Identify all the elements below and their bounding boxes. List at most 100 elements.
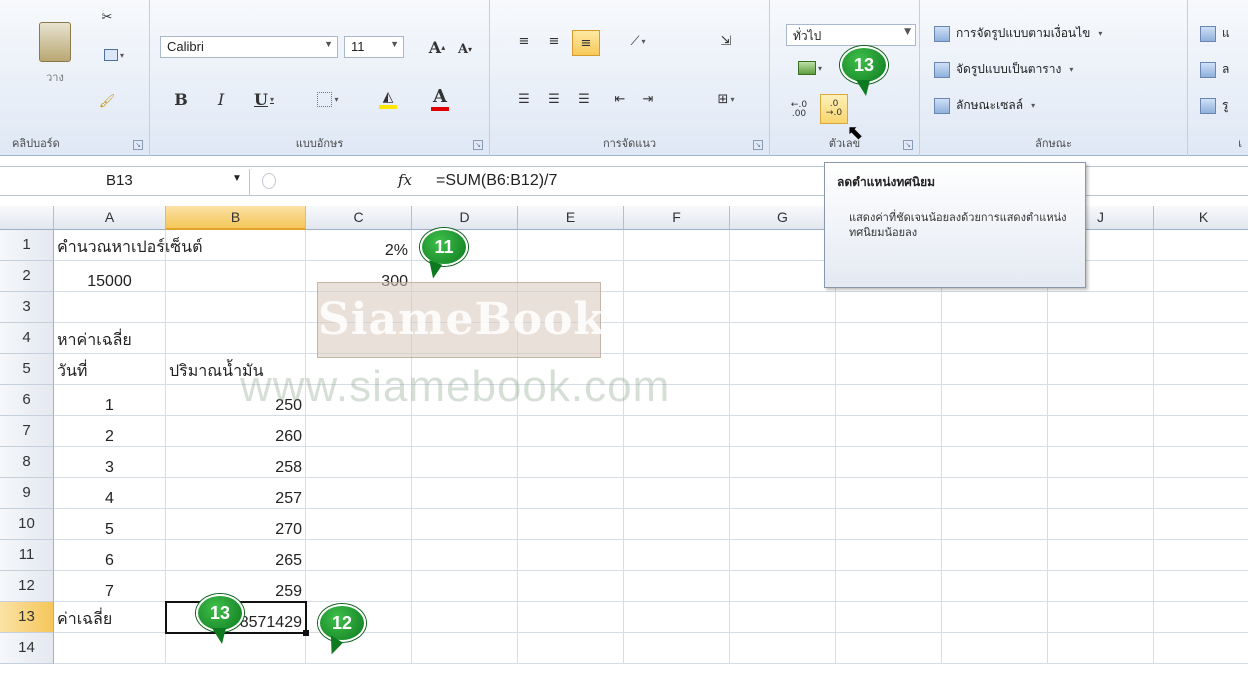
cell-a3[interactable] — [54, 292, 166, 323]
cell-i8[interactable] — [942, 447, 1048, 478]
cell-j11[interactable] — [1048, 540, 1154, 571]
cell-j5[interactable] — [1048, 354, 1154, 385]
align-middle-button[interactable]: ≡ — [542, 30, 566, 52]
cell-i12[interactable] — [942, 571, 1048, 602]
cell-k9[interactable] — [1154, 478, 1248, 509]
cell-g6[interactable] — [730, 385, 836, 416]
cell-i5[interactable] — [942, 354, 1048, 385]
align-center-button[interactable]: ☰ — [542, 88, 566, 110]
cell-a11[interactable]: 6 — [54, 540, 166, 571]
column-header-c[interactable]: C — [306, 206, 412, 230]
cell-j14[interactable] — [1048, 633, 1154, 664]
delete-cells-button[interactable]: ล — [1200, 60, 1229, 79]
cell-h8[interactable] — [836, 447, 942, 478]
cell-f4[interactable] — [624, 323, 730, 354]
cell-c8[interactable] — [306, 447, 412, 478]
align-right-button[interactable]: ☰ — [572, 88, 596, 110]
cell-a6[interactable]: 1 — [54, 385, 166, 416]
cell-b4[interactable] — [166, 323, 306, 354]
conditional-formatting-button[interactable]: การจัดรูปแบบตามเงื่อนไข ▾ — [934, 24, 1102, 43]
decrease-decimal-button[interactable]: .0 →.0 — [820, 94, 848, 124]
cell-e7[interactable] — [518, 416, 624, 447]
cell-b8[interactable]: 258 — [166, 447, 306, 478]
row-header-12[interactable]: 12 — [0, 571, 54, 602]
shrink-font-button[interactable]: A ▾ — [454, 38, 476, 60]
cell-b9[interactable]: 257 — [166, 478, 306, 509]
cell-g7[interactable] — [730, 416, 836, 447]
cut-button[interactable]: ✂ — [96, 6, 118, 28]
paste-button[interactable]: วาง — [30, 14, 80, 94]
cell-k11[interactable] — [1154, 540, 1248, 571]
cell-j7[interactable] — [1048, 416, 1154, 447]
select-all-corner[interactable] — [0, 206, 54, 230]
cell-k1[interactable] — [1154, 230, 1248, 261]
cell-b7[interactable]: 260 — [166, 416, 306, 447]
cell-i11[interactable] — [942, 540, 1048, 571]
cell-h14[interactable] — [836, 633, 942, 664]
cell-e1[interactable] — [518, 230, 624, 261]
cell-g8[interactable] — [730, 447, 836, 478]
cell-styles-button[interactable]: ลักษณะเซลล์ ▾ — [934, 96, 1035, 115]
decrease-indent-button[interactable]: ⇤ — [608, 88, 632, 110]
cell-c11[interactable] — [306, 540, 412, 571]
row-header-7[interactable]: 7 — [0, 416, 54, 447]
cell-a14[interactable] — [54, 633, 166, 664]
cell-c1[interactable]: 2% — [306, 230, 412, 261]
cell-h5[interactable] — [836, 354, 942, 385]
cell-d8[interactable] — [412, 447, 518, 478]
row-header-9[interactable]: 9 — [0, 478, 54, 509]
cell-i3[interactable] — [942, 292, 1048, 323]
cell-a8[interactable]: 3 — [54, 447, 166, 478]
cell-a4[interactable]: หาค่าเฉลี่ย — [54, 323, 166, 354]
cell-k12[interactable] — [1154, 571, 1248, 602]
cell-g1[interactable] — [730, 230, 836, 261]
cell-i13[interactable] — [942, 602, 1048, 633]
cell-h7[interactable] — [836, 416, 942, 447]
cell-a5[interactable]: วันที่ — [54, 354, 166, 385]
cell-k4[interactable] — [1154, 323, 1248, 354]
cell-a10[interactable]: 5 — [54, 509, 166, 540]
cell-f8[interactable] — [624, 447, 730, 478]
insert-cells-button[interactable]: แ — [1200, 24, 1230, 43]
cell-d10[interactable] — [412, 509, 518, 540]
column-header-b[interactable]: B — [166, 206, 306, 230]
cell-g2[interactable] — [730, 261, 836, 292]
cell-g3[interactable] — [730, 292, 836, 323]
cell-k5[interactable] — [1154, 354, 1248, 385]
format-as-table-button[interactable]: จัดรูปแบบเป็นตาราง ▾ — [934, 60, 1073, 79]
cell-h4[interactable] — [836, 323, 942, 354]
cell-e13[interactable] — [518, 602, 624, 633]
cell-i14[interactable] — [942, 633, 1048, 664]
cell-h3[interactable] — [836, 292, 942, 323]
cell-a7[interactable]: 2 — [54, 416, 166, 447]
cell-i6[interactable] — [942, 385, 1048, 416]
cell-f10[interactable] — [624, 509, 730, 540]
column-header-d[interactable]: D — [412, 206, 518, 230]
cell-b12[interactable]: 259 — [166, 571, 306, 602]
cell-b10[interactable]: 270 — [166, 509, 306, 540]
cell-h13[interactable] — [836, 602, 942, 633]
row-header-11[interactable]: 11 — [0, 540, 54, 571]
font-launcher-icon[interactable]: ↘ — [473, 140, 483, 150]
cell-f2[interactable] — [624, 261, 730, 292]
bold-button[interactable]: B — [170, 88, 192, 110]
cell-f3[interactable] — [624, 292, 730, 323]
row-header-2[interactable]: 2 — [0, 261, 54, 292]
cell-i10[interactable] — [942, 509, 1048, 540]
orientation-button[interactable]: ⟋ ▾ — [618, 30, 658, 52]
cell-b3[interactable] — [166, 292, 306, 323]
cell-k10[interactable] — [1154, 509, 1248, 540]
column-header-f[interactable]: F — [624, 206, 730, 230]
row-header-6[interactable]: 6 — [0, 385, 54, 416]
insert-function-icon[interactable]: fx — [398, 171, 412, 189]
cell-h11[interactable] — [836, 540, 942, 571]
accounting-format-button[interactable]: ▾ — [790, 56, 830, 80]
number-launcher-icon[interactable]: ↘ — [903, 140, 913, 150]
cell-h10[interactable] — [836, 509, 942, 540]
cell-b11[interactable]: 265 — [166, 540, 306, 571]
cell-e11[interactable] — [518, 540, 624, 571]
font-color-button[interactable]: A — [420, 84, 460, 112]
format-painter-button[interactable]: 🖌 — [96, 90, 118, 112]
fill-color-button[interactable]: ◭ — [368, 86, 408, 112]
underline-button[interactable]: U ▾ — [246, 88, 282, 110]
